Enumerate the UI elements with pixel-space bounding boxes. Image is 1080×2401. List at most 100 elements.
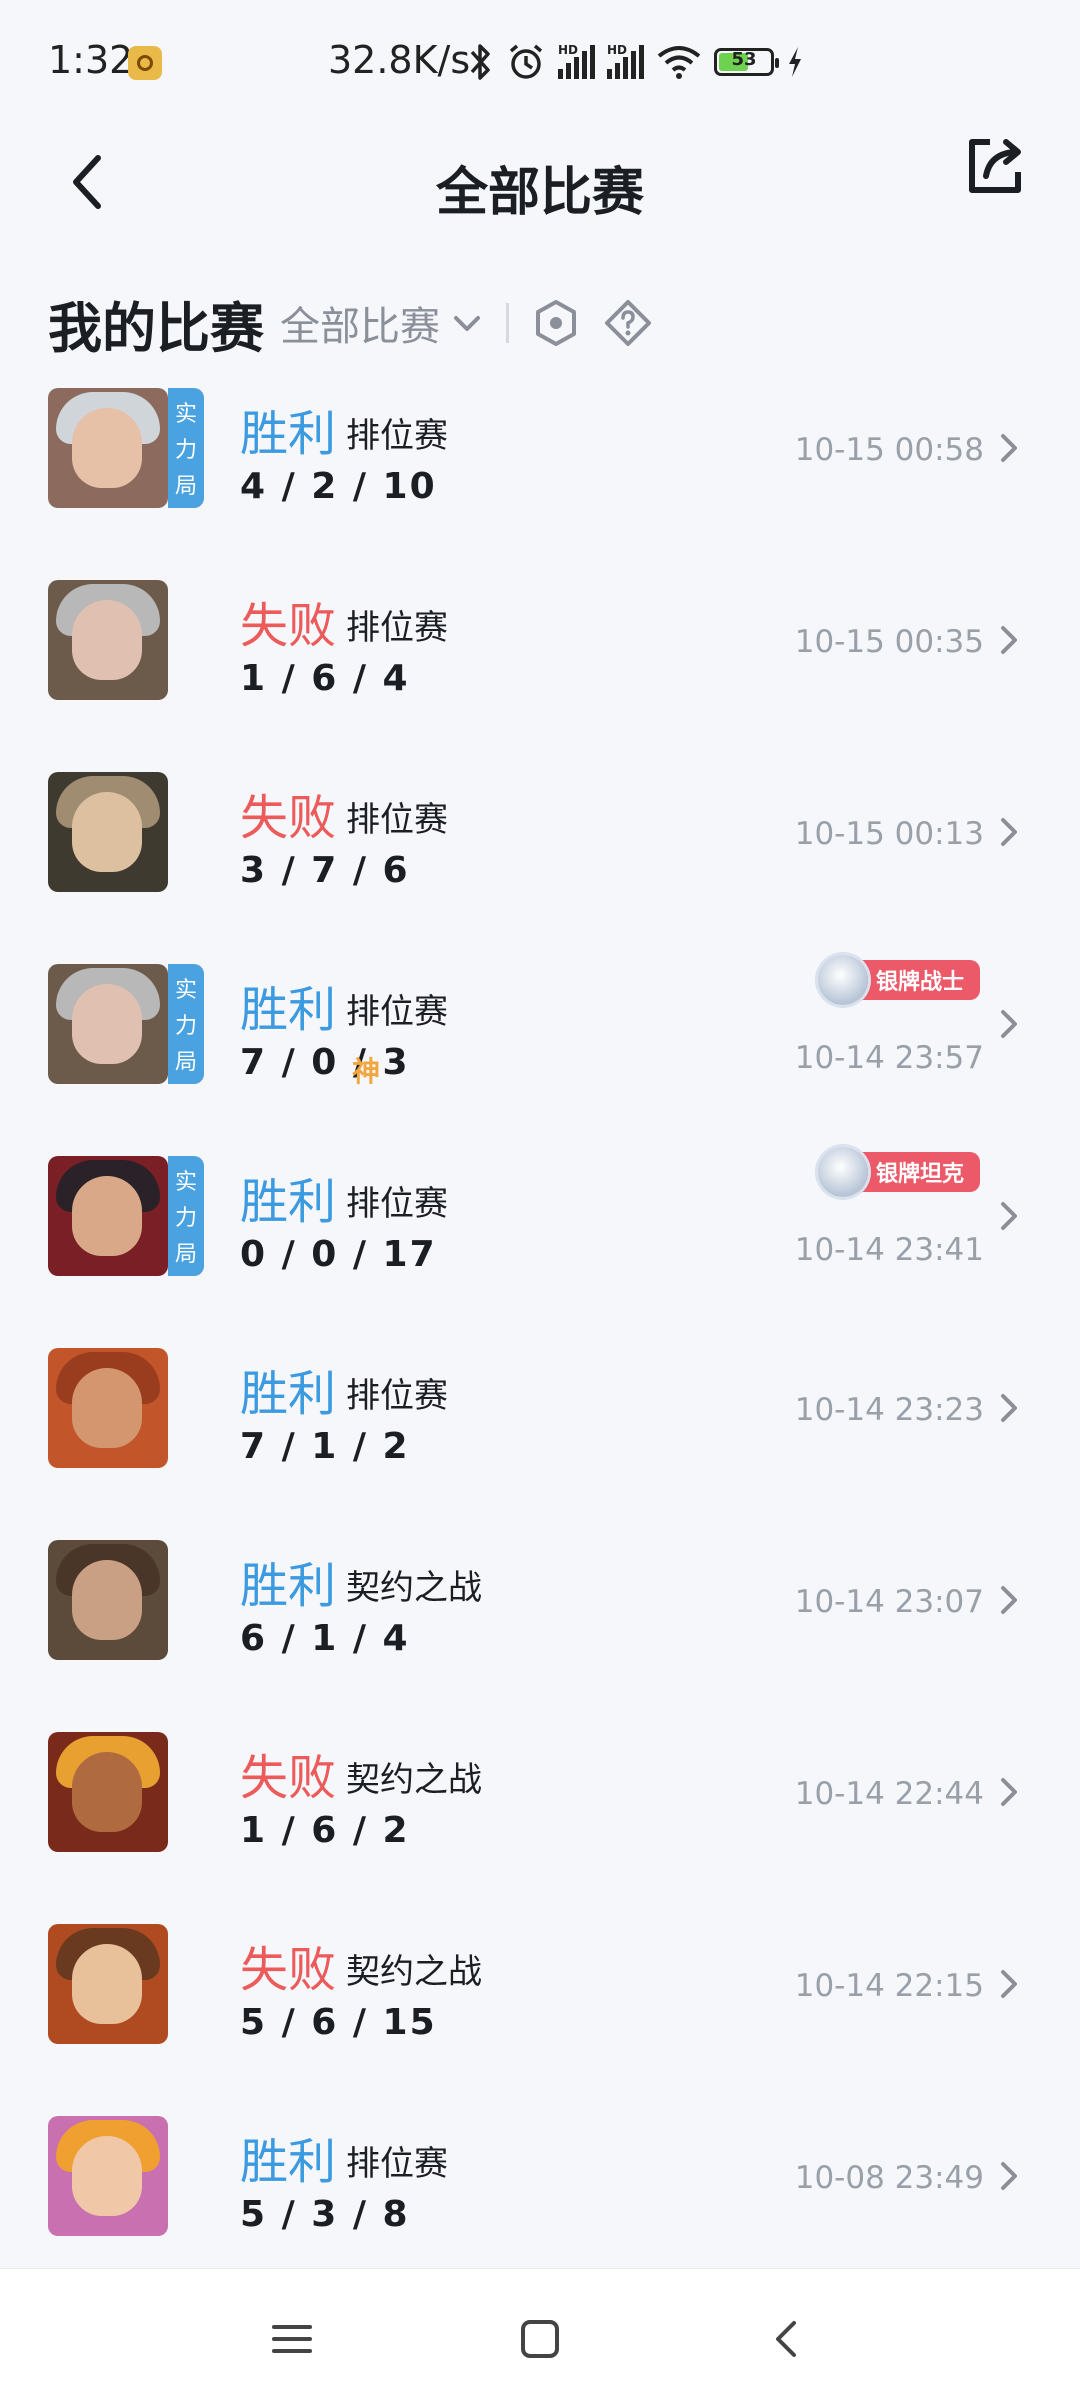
header: 全部比赛 bbox=[0, 120, 1080, 250]
tag-char: 力 bbox=[174, 1014, 197, 1039]
silver-medal-icon bbox=[817, 1147, 868, 1197]
match-row[interactable]: 失败 排位赛 3 / 7 / 6 10-15 00:13 bbox=[0, 754, 1080, 946]
match-row[interactable]: 实力局胜利 排位赛 0 / 0 / 17 银牌坦克 10-14 23:41 bbox=[0, 1138, 1080, 1330]
tag-char: 局 bbox=[174, 1050, 197, 1075]
hero-avatar bbox=[48, 2116, 168, 2236]
match-row[interactable]: 实力局胜利 排位赛 4 / 2 / 10 10-15 00:58 bbox=[0, 370, 1080, 562]
match-mode: 排位赛 bbox=[346, 800, 448, 840]
menu-icon bbox=[272, 2325, 312, 2353]
signal-icon: HD bbox=[607, 43, 644, 79]
hero-avatar bbox=[48, 1156, 168, 1276]
tag-char: 力 bbox=[174, 438, 197, 463]
strength-match-tag: 实力局 bbox=[168, 964, 204, 1084]
home-icon bbox=[521, 2320, 559, 2358]
status-bar: 1:32 32.8K/s HD HD 53 bbox=[0, 0, 1080, 120]
match-mode: 排位赛 bbox=[346, 992, 448, 1032]
nav-back-button[interactable] bbox=[758, 2309, 818, 2369]
match-time: 10-14 22:44 bbox=[794, 1776, 984, 1812]
match-mode: 排位赛 bbox=[346, 608, 448, 648]
match-mode: 契约之战 bbox=[346, 1568, 482, 1608]
hero-avatar bbox=[48, 1924, 168, 2044]
kda: 1 / 6 / 4 bbox=[240, 658, 410, 699]
hero-avatar bbox=[48, 580, 168, 700]
chevron-right-icon bbox=[1001, 626, 1017, 654]
match-result: 胜利 bbox=[240, 982, 337, 1038]
match-result: 胜利 bbox=[240, 1174, 337, 1230]
hero-face bbox=[72, 792, 142, 872]
hero-face bbox=[72, 408, 142, 488]
hexagon-settings-icon[interactable] bbox=[531, 298, 581, 348]
filter-label: 全部比赛 bbox=[280, 304, 440, 350]
chevron-right-icon bbox=[1001, 1586, 1017, 1614]
tag-char: 实 bbox=[174, 1170, 197, 1195]
kda: 7 / 0 / 3 bbox=[240, 1042, 410, 1083]
charging-icon bbox=[789, 47, 801, 77]
kda: 1 / 6 / 2 bbox=[240, 1810, 410, 1851]
tag-char: 实 bbox=[174, 402, 197, 427]
match-row[interactable]: 失败 契约之战 1 / 6 / 2 10-14 22:44 bbox=[0, 1714, 1080, 1906]
match-time: 10-15 00:35 bbox=[794, 624, 984, 660]
hero-avatar bbox=[48, 1540, 168, 1660]
match-filter-dropdown[interactable]: 全部比赛 bbox=[280, 294, 484, 352]
chevron-right-icon bbox=[1001, 1970, 1017, 1998]
match-result: 失败 bbox=[240, 1750, 337, 1806]
chevron-right-icon bbox=[1001, 1778, 1017, 1806]
strength-match-tag: 实力局 bbox=[168, 388, 204, 508]
badge-label: 银牌坦克 bbox=[853, 1152, 980, 1192]
tag-char: 实 bbox=[174, 978, 197, 1003]
back-icon bbox=[776, 2321, 796, 2357]
match-row[interactable]: 失败 契约之战 5 / 6 / 15 10-14 22:15 bbox=[0, 1906, 1080, 2098]
home-button[interactable] bbox=[510, 2309, 570, 2369]
hero-face bbox=[72, 1944, 142, 2024]
status-time: 1:32 bbox=[48, 38, 134, 82]
hero-face bbox=[72, 600, 142, 680]
hero-avatar bbox=[48, 772, 168, 892]
performance-badge: 银牌战士 bbox=[817, 955, 980, 1005]
strength-match-tag: 实力局 bbox=[168, 1156, 204, 1276]
navigation-bar bbox=[0, 2268, 1080, 2401]
help-diamond-icon[interactable] bbox=[603, 298, 653, 348]
tag-char: 局 bbox=[174, 1242, 197, 1267]
signal-icon: HD bbox=[558, 43, 595, 79]
match-result: 胜利 bbox=[240, 1558, 337, 1614]
match-row[interactable]: 胜利 排位赛 7 / 1 / 2 10-14 23:23 bbox=[0, 1330, 1080, 1522]
share-icon bbox=[969, 139, 1021, 193]
match-row[interactable]: 失败 排位赛 1 / 6 / 4 10-15 00:35 bbox=[0, 562, 1080, 754]
match-list: 实力局胜利 排位赛 4 / 2 / 10 10-15 00:58 失败 排位赛 1 / 6 … bbox=[0, 370, 1080, 2290]
match-row[interactable]: 胜利 契约之战 6 / 1 / 4 10-14 23:07 bbox=[0, 1522, 1080, 1714]
hero-face bbox=[72, 984, 142, 1064]
match-result: 失败 bbox=[240, 1942, 337, 1998]
match-time: 10-14 23:41 bbox=[794, 1232, 984, 1268]
network-speed: 32.8K/s bbox=[328, 38, 471, 82]
match-row[interactable]: 实力局胜利 排位赛 7 / 0 / 3 神银牌战士 10-14 23:57 bbox=[0, 946, 1080, 1138]
menu-button[interactable] bbox=[262, 2309, 322, 2369]
share-button[interactable] bbox=[960, 130, 1032, 202]
hero-avatar bbox=[48, 964, 168, 1084]
app-notification-icon bbox=[128, 46, 162, 80]
kda: 4 / 2 / 10 bbox=[240, 466, 437, 507]
match-mode: 排位赛 bbox=[346, 1184, 448, 1224]
match-result: 胜利 bbox=[240, 1366, 337, 1422]
page-title: 全部比赛 bbox=[435, 163, 644, 223]
match-time: 10-15 00:58 bbox=[794, 432, 984, 468]
wifi-icon bbox=[657, 46, 701, 79]
divider bbox=[506, 303, 509, 343]
section-header: 我的比赛 全部比赛 bbox=[48, 278, 675, 368]
kda: 3 / 7 / 6 bbox=[240, 850, 410, 891]
hero-face bbox=[72, 1752, 142, 1832]
chevron-down-icon bbox=[454, 316, 480, 331]
match-mode: 排位赛 bbox=[346, 1376, 448, 1416]
match-time: 10-15 00:13 bbox=[794, 816, 984, 852]
bluetooth-icon bbox=[470, 44, 490, 80]
match-row[interactable]: 胜利 排位赛 5 / 3 / 8 10-08 23:49 bbox=[0, 2098, 1080, 2290]
match-result: 失败 bbox=[240, 790, 337, 846]
chevron-right-icon bbox=[1001, 818, 1017, 846]
match-mode: 契约之战 bbox=[346, 1760, 482, 1800]
section-title: 我的比赛 bbox=[48, 296, 264, 360]
hero-face bbox=[72, 1176, 142, 1256]
hero-avatar bbox=[48, 1732, 168, 1852]
chevron-right-icon bbox=[1001, 1010, 1017, 1038]
hero-face bbox=[72, 1368, 142, 1448]
hero-avatar bbox=[48, 1348, 168, 1468]
hero-face bbox=[72, 2136, 142, 2216]
